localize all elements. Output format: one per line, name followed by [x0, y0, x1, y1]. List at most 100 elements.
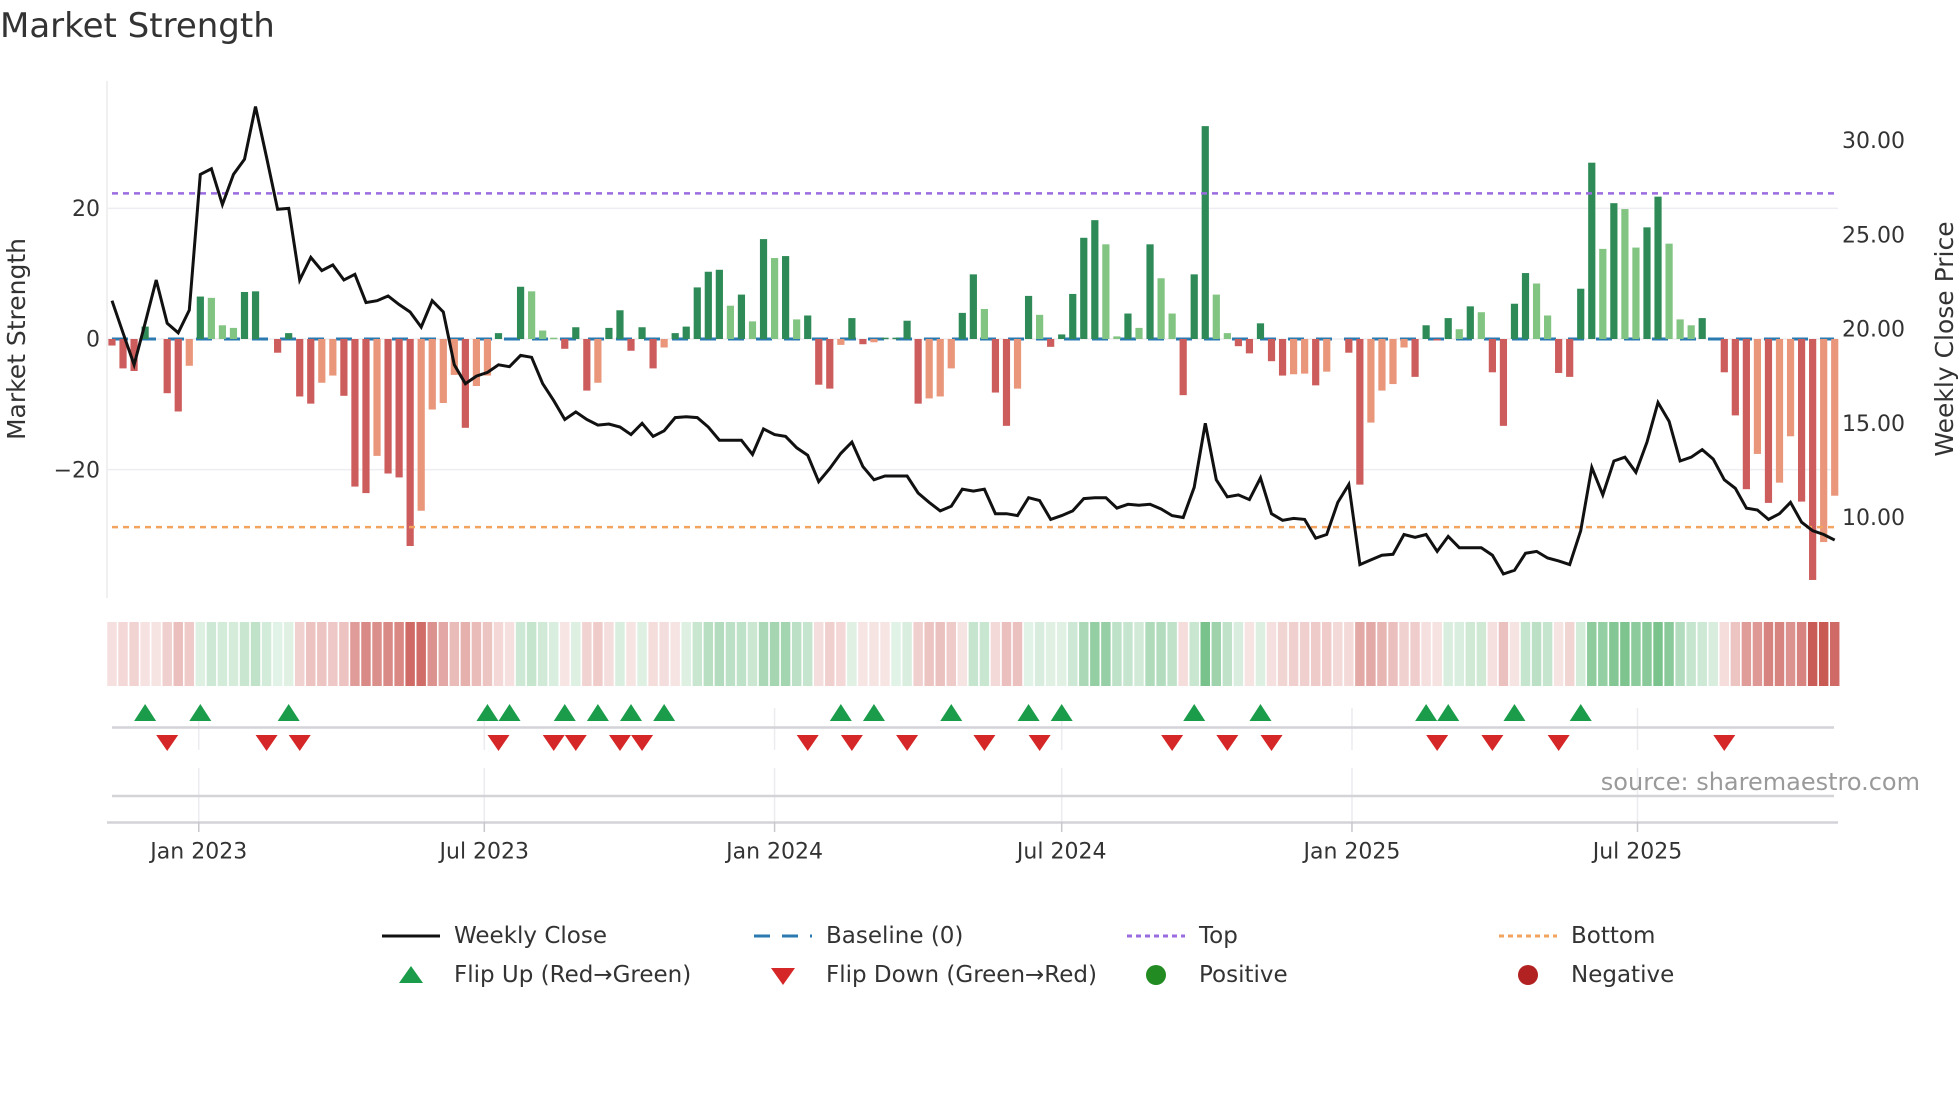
strength-bar [240, 291, 249, 339]
flip-down-marker [840, 735, 863, 751]
heat-strip-cell [1432, 622, 1442, 686]
flip-up-marker [1503, 704, 1526, 721]
flip-down-marker [1713, 735, 1736, 751]
heat-strip-cell [913, 622, 923, 686]
strength-bar [229, 327, 238, 339]
legend-baseline[interactable]: Baseline (0) [752, 920, 963, 952]
x-tick-label: Jul 2025 [1591, 840, 1683, 865]
flip-down-marker [608, 735, 631, 751]
heat-strip-cell [725, 622, 736, 686]
legend-top[interactable]: Top [1125, 920, 1238, 952]
strength-bar [1400, 339, 1408, 348]
heat-strip-cell [1045, 622, 1056, 686]
flip-up-marker [1050, 704, 1073, 721]
heat-strip-cell [1023, 622, 1034, 686]
flip-up-marker [586, 704, 609, 721]
strength-bar [1036, 314, 1044, 339]
strength-bar [1345, 339, 1353, 353]
legend-positive[interactable]: Positive [1125, 959, 1288, 991]
strength-bar [748, 321, 757, 339]
flip-down-marker [1260, 735, 1283, 751]
flip-down-marker [156, 735, 179, 751]
strength-bar [1168, 313, 1176, 339]
strength-bar [770, 258, 779, 339]
strength-bar [1367, 339, 1375, 423]
strength-bar [1080, 237, 1088, 339]
legend-flip-down[interactable]: Flip Down (Green→Red) [752, 959, 1097, 991]
flip-down-marker [255, 735, 278, 751]
strength-bar [759, 239, 768, 339]
strength-bar [1577, 288, 1585, 339]
flip-down-marker [1481, 735, 1504, 751]
heat-strip-cell [1255, 622, 1266, 686]
flip-down-marker [1161, 735, 1184, 751]
heat-strip-cell [1399, 622, 1409, 686]
heat-strip-cell [1443, 622, 1453, 686]
flip-down-marker [1426, 735, 1449, 751]
heat-strip-cell [1829, 622, 1840, 686]
heat-strip-cell [990, 622, 1001, 686]
legend-bottom[interactable]: Bottom [1497, 920, 1655, 952]
strength-bar [428, 339, 436, 410]
legend-label: Positive [1199, 962, 1288, 988]
heat-strip-cell [1056, 622, 1067, 686]
heat-strip-cell [217, 622, 228, 686]
heat-strip-cell [968, 622, 979, 686]
flip-down-marker [288, 735, 311, 751]
strength-bar [1720, 339, 1728, 373]
heat-strip-cell [471, 622, 482, 686]
strength-bar [1742, 339, 1750, 490]
legend-negative[interactable]: Negative [1497, 959, 1674, 991]
strength-bar [296, 339, 304, 397]
strength-bar [1002, 339, 1011, 426]
strength-bar [1433, 339, 1441, 341]
heat-strip-cell [537, 622, 548, 686]
strength-bar [174, 339, 182, 412]
heat-strip-cell [1598, 622, 1608, 686]
strength-bar [572, 327, 580, 339]
strength-bar [1378, 339, 1386, 391]
strength-bar [1179, 339, 1187, 396]
heat-strip-cell [1653, 622, 1663, 686]
heat-strip-cell [1620, 622, 1630, 686]
strength-bar [1809, 339, 1817, 580]
y2-tick-label: 20.00 [1842, 318, 1905, 343]
strength-bar [318, 339, 326, 383]
flip-up-marker [553, 704, 576, 721]
strength-bar [859, 339, 867, 345]
heat-strip-cell [946, 622, 956, 686]
heat-strip-cell [1730, 622, 1741, 686]
heat-strip-cell [670, 622, 680, 686]
dashed-line-icon [754, 934, 812, 938]
heat-strip-cell [294, 622, 305, 686]
strength-bar [1024, 295, 1033, 339]
heat-strip-cell [427, 622, 437, 686]
heat-strip-cell [526, 622, 537, 686]
legend-flip-up[interactable]: Flip Up (Red→Green) [380, 959, 691, 991]
strength-bar [307, 339, 315, 404]
strength-bar [1091, 220, 1099, 339]
heat-strip-cell [1156, 622, 1166, 686]
strength-bar [1676, 319, 1684, 339]
strength-bar [1654, 196, 1662, 339]
flip-up-marker [1437, 704, 1460, 721]
heat-strip-cell [1421, 622, 1431, 686]
heat-strip-cell [1454, 622, 1464, 686]
strength-bar [1831, 339, 1839, 496]
heat-strip-cell [515, 622, 526, 686]
strength-bar [870, 339, 878, 343]
heat-strip-cell [493, 622, 504, 686]
heat-strip-cell [747, 622, 758, 686]
strength-bar [1488, 339, 1496, 373]
flip-up-marker [940, 704, 963, 721]
heat-strip-cell [548, 622, 559, 686]
y2-tick-label: 15.00 [1842, 412, 1905, 437]
legend-weekly-close[interactable]: Weekly Close [380, 920, 607, 952]
strength-bar [660, 339, 668, 348]
strength-bar [793, 319, 801, 339]
heat-strip-cell [184, 622, 195, 686]
strength-bar [947, 339, 955, 369]
flip-up-marker [1183, 704, 1206, 721]
strength-bar [1687, 325, 1695, 339]
strength-bar [980, 308, 988, 339]
